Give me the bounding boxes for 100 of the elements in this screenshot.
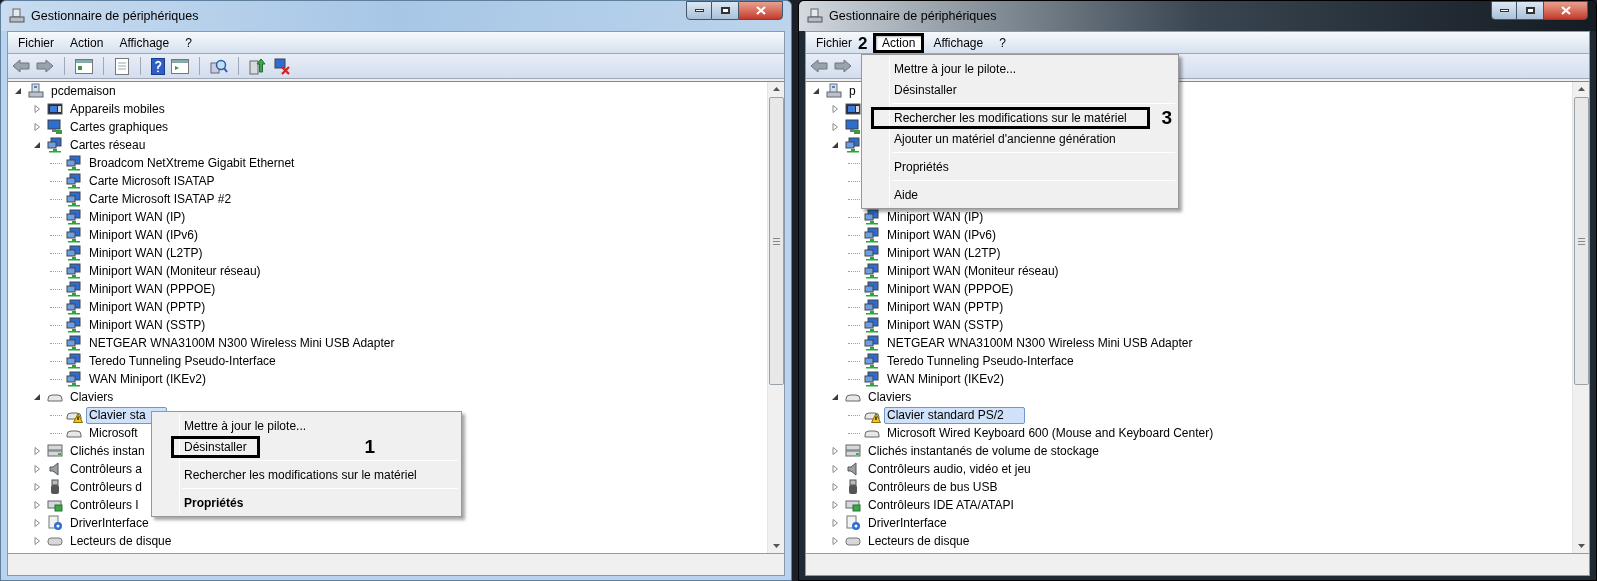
close-button[interactable] — [738, 1, 783, 20]
network-icon — [864, 281, 880, 297]
maximize-button[interactable] — [712, 1, 738, 20]
device-manager-icon — [9, 8, 25, 24]
menu-item[interactable]: Mettre à jour le pilote... — [894, 60, 1017, 77]
device-screen-icon — [47, 101, 63, 117]
network-icon — [864, 335, 880, 351]
scroll-down-arrow-icon[interactable] — [772, 544, 780, 548]
controller-card-icon — [845, 497, 861, 513]
menu-bar-item[interactable]: Action — [873, 32, 925, 53]
network-icon — [864, 299, 880, 315]
step-number: 3 — [1161, 108, 1172, 127]
scrollbar[interactable] — [767, 82, 784, 553]
network-icon — [66, 173, 82, 189]
scroll-thumb[interactable] — [1573, 97, 1589, 385]
expand-arrow-icon[interactable] — [831, 483, 839, 491]
device-screen-icon — [845, 101, 861, 117]
scroll-thumb[interactable] — [768, 97, 784, 385]
minimize-button[interactable] — [1491, 1, 1517, 20]
network-icon — [864, 245, 880, 261]
collapse-arrow-icon[interactable] — [33, 393, 41, 401]
network-icon — [66, 335, 82, 351]
menu-bar-item[interactable]: Affichage — [926, 32, 991, 53]
menu-bar-item[interactable]: ? — [992, 32, 1013, 53]
scroll-up-arrow-icon[interactable] — [772, 87, 780, 91]
document-icon[interactable] — [114, 57, 130, 75]
window-pane-icon[interactable] — [75, 58, 93, 74]
step-number: 2 — [858, 34, 868, 52]
menu-item[interactable]: Mettre à jour le pilote... — [184, 417, 307, 434]
collapse-arrow-icon[interactable] — [33, 141, 41, 149]
step-number: 1 — [364, 437, 375, 456]
magnifier-icon[interactable] — [210, 58, 228, 74]
collapse-arrow-icon[interactable] — [14, 87, 22, 95]
menu-bar-item[interactable]: Affichage — [112, 32, 177, 53]
menu-item[interactable]: Ajouter un matériel d'ancienne génération — [894, 130, 1116, 147]
menu-item[interactable]: Propriétés — [894, 158, 949, 175]
expand-arrow-icon[interactable] — [831, 447, 839, 455]
expand-arrow-icon[interactable] — [33, 447, 41, 455]
computer-icon — [826, 83, 842, 99]
minimize-button[interactable] — [686, 1, 712, 20]
network-icon — [864, 227, 880, 243]
close-icon[interactable] — [1560, 6, 1571, 15]
back-arrow-icon[interactable] — [810, 59, 828, 73]
menu-bar-item[interactable]: Action — [63, 32, 111, 53]
close-button[interactable] — [1543, 1, 1588, 20]
menu-item[interactable]: Désinstaller — [171, 435, 260, 458]
collapse-arrow-icon[interactable] — [831, 393, 839, 401]
maximize-button[interactable] — [1517, 1, 1543, 20]
expand-arrow-icon[interactable] — [831, 123, 839, 131]
menu-item[interactable]: Rechercher les modifications sur le matériel — [871, 106, 1150, 129]
scroll-down-arrow-icon[interactable] — [1577, 544, 1585, 548]
uninstall-icon[interactable] — [273, 57, 291, 75]
window-title: Gestionnaire de périphériques — [31, 7, 199, 25]
network-icon — [47, 137, 63, 153]
close-icon[interactable] — [755, 6, 766, 15]
collapse-arrow-icon[interactable] — [831, 141, 839, 149]
expand-arrow-icon[interactable] — [33, 105, 41, 113]
menu-bar-item[interactable]: Fichier — [11, 32, 61, 53]
collapse-arrow-icon[interactable] — [812, 87, 820, 95]
window-pane-icon[interactable] — [171, 58, 189, 74]
expand-arrow-icon[interactable] — [831, 537, 839, 545]
monitor-icon — [845, 119, 861, 135]
network-icon — [66, 281, 82, 297]
menu-item[interactable]: Rechercher les modifications sur le matériel — [184, 466, 417, 483]
expand-arrow-icon[interactable] — [831, 501, 839, 509]
device-tree-item[interactable]: Clavier standard PS/2 — [884, 406, 1025, 424]
expand-arrow-icon[interactable] — [33, 123, 41, 131]
expand-arrow-icon[interactable] — [33, 519, 41, 527]
expand-arrow-icon[interactable] — [831, 519, 839, 527]
menu-item[interactable]: Désinstaller — [894, 81, 957, 98]
network-icon — [864, 209, 880, 225]
expand-arrow-icon[interactable] — [831, 465, 839, 473]
monitor-icon — [47, 119, 63, 135]
forward-arrow-icon[interactable] — [36, 59, 54, 73]
menu-bar-item[interactable]: ? — [178, 32, 199, 53]
driver-help-icon — [845, 515, 861, 531]
network-icon — [864, 317, 880, 333]
menu-bar-item[interactable]: Fichier — [809, 32, 859, 53]
device-manager-icon — [807, 8, 823, 24]
storage-drive-icon — [47, 443, 63, 459]
network-icon — [864, 353, 880, 369]
back-arrow-icon[interactable] — [12, 59, 30, 73]
expand-arrow-icon[interactable] — [33, 501, 41, 509]
expand-arrow-icon[interactable] — [33, 537, 41, 545]
help-icon[interactable] — [151, 57, 165, 75]
forward-arrow-icon[interactable] — [834, 59, 852, 73]
scroll-up-arrow-icon[interactable] — [1577, 87, 1585, 91]
update-driver-icon[interactable] — [249, 57, 267, 75]
expand-arrow-icon[interactable] — [33, 465, 41, 473]
expand-arrow-icon[interactable] — [831, 105, 839, 113]
menu-item[interactable]: Aide — [894, 186, 919, 203]
menu-item[interactable]: Propriétés — [184, 494, 244, 511]
storage-drive-icon — [845, 443, 861, 459]
expand-arrow-icon[interactable] — [33, 483, 41, 491]
network-icon — [66, 263, 82, 279]
scrollbar[interactable] — [1572, 82, 1589, 553]
network-icon — [845, 137, 861, 153]
network-icon — [66, 209, 82, 225]
network-icon — [864, 371, 880, 387]
network-icon — [864, 263, 880, 279]
